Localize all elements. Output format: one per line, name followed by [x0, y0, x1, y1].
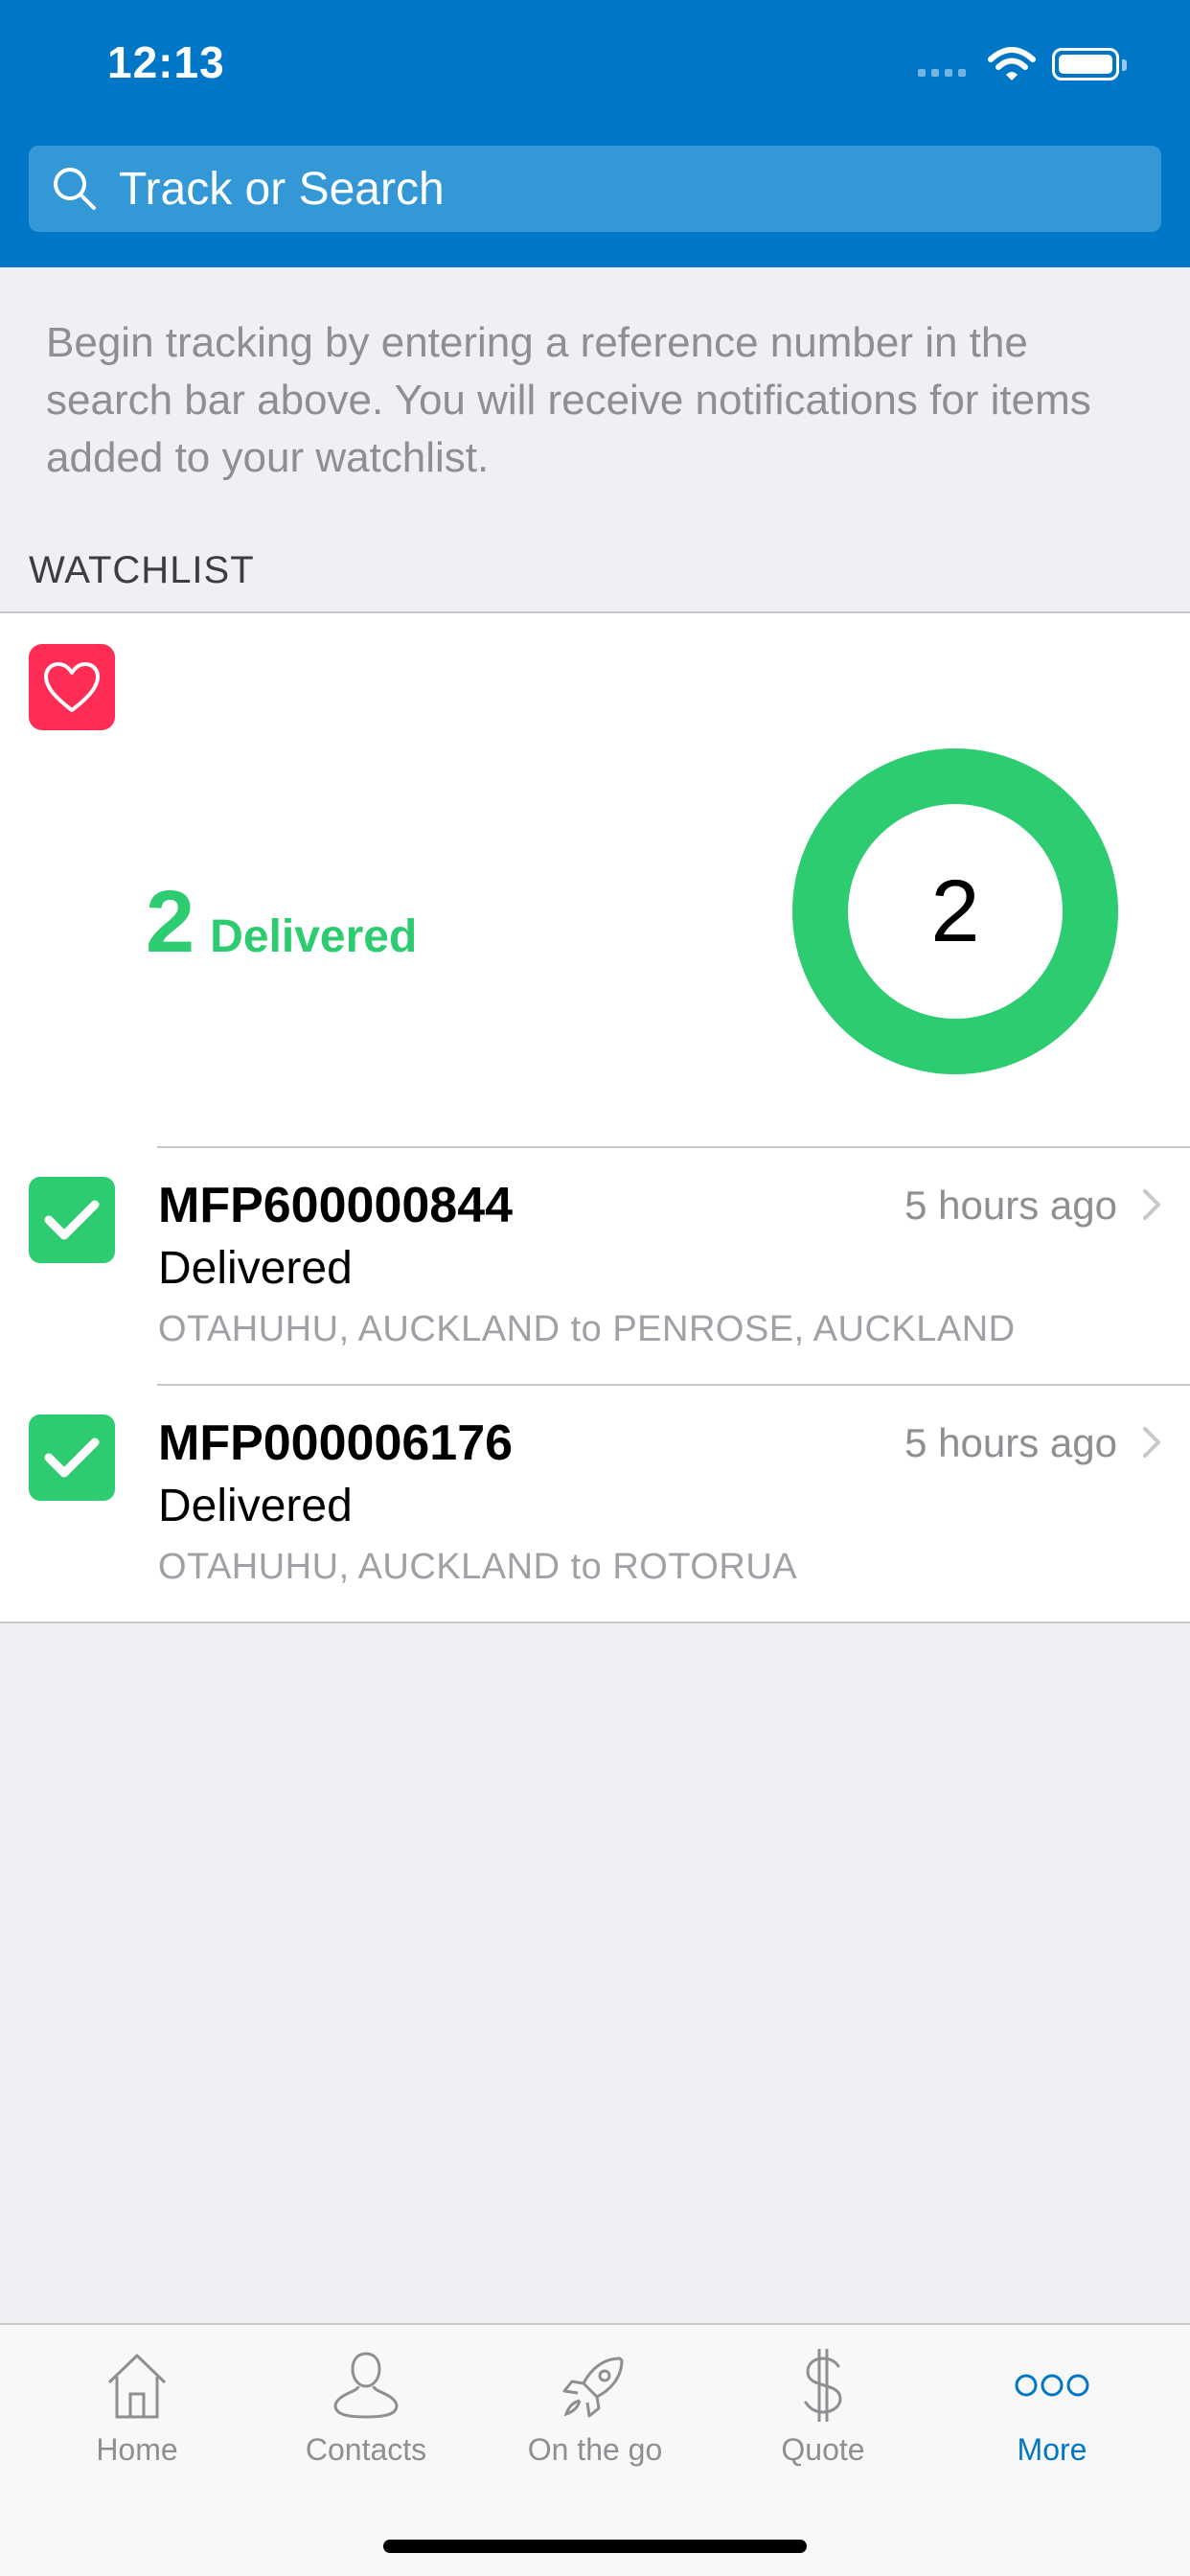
tab-bar: Home Contacts On the go Quote More	[0, 2323, 1190, 2576]
item-time: 5 hours ago	[904, 1183, 1117, 1228]
donut-count: 2	[930, 862, 980, 960]
row-divider	[157, 1384, 1190, 1386]
tab-contacts[interactable]: Contacts	[252, 2325, 480, 2497]
tab-quote[interactable]: Quote	[709, 2325, 937, 2497]
watchlist-header: WATCHLIST	[29, 549, 255, 591]
row-divider	[157, 1146, 1190, 1148]
tab-more[interactable]: More	[938, 2325, 1166, 2497]
item-route: OTAHUHU, AUCKLAND to PENROSE, AUCKLAND	[158, 1309, 1016, 1349]
delivered-count: 2	[146, 873, 195, 971]
chevron-right-icon	[1143, 1189, 1160, 1220]
tab-home[interactable]: Home	[23, 2325, 251, 2497]
tab-label: Quote	[781, 2432, 865, 2467]
heart-icon	[29, 644, 115, 730]
chevron-right-icon	[1143, 1427, 1160, 1458]
tab-label: Contacts	[305, 2432, 427, 2467]
search-icon	[50, 164, 100, 214]
reference-number: MFP000006176	[158, 1415, 514, 1471]
reference-number: MFP600000844	[158, 1178, 514, 1233]
cellular-signal-icon	[918, 69, 966, 77]
tab-on-the-go[interactable]: On the go	[481, 2325, 709, 2497]
wifi-icon	[988, 47, 1036, 80]
dollar-icon	[796, 2344, 850, 2426]
delivered-label: Delivered	[210, 911, 418, 962]
search-input[interactable]	[119, 162, 1125, 216]
search-bar[interactable]	[29, 146, 1161, 232]
item-status: Delivered	[158, 1481, 353, 1531]
home-indicator	[383, 2540, 807, 2553]
tab-label: Home	[96, 2432, 178, 2467]
watchlist-item[interactable]: MFP600000844 5 hours ago Delivered OTAHU…	[0, 1146, 1190, 1384]
person-icon	[330, 2344, 402, 2426]
checkmark-icon	[29, 1177, 115, 1263]
tab-label: More	[1017, 2432, 1087, 2467]
tab-label: On the go	[527, 2432, 663, 2467]
watchlist-item[interactable]: MFP000006176 5 hours ago Delivered OTAHU…	[0, 1384, 1190, 1622]
delivered-summary: 2 Delivered	[146, 872, 417, 973]
home-icon	[103, 2344, 171, 2426]
battery-icon	[1052, 48, 1127, 80]
status-time: 12:13	[107, 37, 225, 87]
item-time: 5 hours ago	[904, 1420, 1117, 1465]
watchlist-card: 2 Delivered 2 MFP600000844 5 hours ago D…	[0, 611, 1190, 1623]
checkmark-icon	[29, 1414, 115, 1501]
rocket-icon	[557, 2344, 633, 2426]
intro-text: Begin tracking by entering a reference n…	[46, 319, 1091, 481]
item-status: Delivered	[158, 1243, 353, 1294]
header: 12:13	[0, 0, 1190, 267]
item-route: OTAHUHU, AUCKLAND to ROTORUA	[158, 1547, 798, 1587]
more-icon	[1014, 2344, 1090, 2426]
